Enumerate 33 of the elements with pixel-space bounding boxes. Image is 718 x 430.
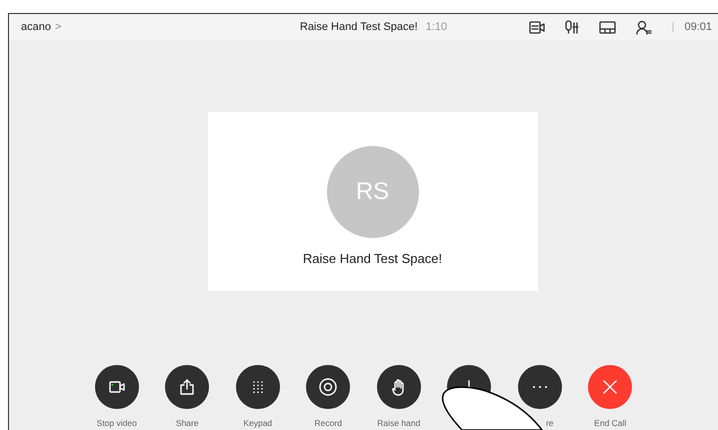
breadcrumb[interactable]: acano <box>21 21 51 33</box>
layout-icon[interactable] <box>598 20 616 34</box>
more-button[interactable] <box>518 365 562 409</box>
participants-icon[interactable] <box>636 20 652 34</box>
avatar-initials: RS <box>326 146 418 238</box>
camera-settings-icon[interactable] <box>528 20 545 34</box>
button-label: re <box>546 418 554 430</box>
button-label: Record <box>314 418 342 430</box>
space-name: Raise Hand Test Space! <box>302 251 442 266</box>
button-label: Raise hand <box>377 418 420 430</box>
stop-video-button[interactable] <box>94 365 139 409</box>
button-label: Share <box>176 418 199 430</box>
breadcrumb-arrow: > <box>54 21 62 33</box>
record-icon <box>319 378 338 396</box>
microphone-icon[interactable] <box>564 20 579 34</box>
separator: | <box>672 21 674 33</box>
camera-icon <box>108 381 125 393</box>
keypad-button[interactable] <box>236 365 280 409</box>
button-label: Keypad <box>243 418 272 430</box>
meeting-title: Raise Hand Test Space! <box>300 21 418 33</box>
record-button[interactable] <box>306 365 350 409</box>
hand-icon <box>392 378 406 396</box>
share-button[interactable] <box>165 365 210 409</box>
button-label: End Call <box>594 418 626 430</box>
button-label: Stop video <box>96 418 137 430</box>
more-icon <box>532 385 548 389</box>
close-icon <box>603 380 618 394</box>
end-call-button[interactable] <box>588 365 632 409</box>
keypad-icon <box>252 380 264 394</box>
share-icon <box>179 379 196 395</box>
clock-time: 09:01 <box>684 21 712 33</box>
call-duration: 1:10 <box>426 21 448 33</box>
raise-hand-button[interactable] <box>376 365 421 409</box>
